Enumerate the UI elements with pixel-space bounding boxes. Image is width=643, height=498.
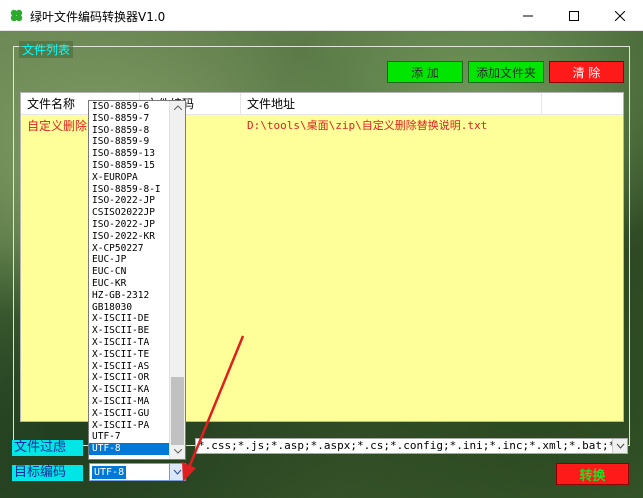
target-encoding-select[interactable]: UTF-8 <box>89 463 186 481</box>
column-header-path[interactable]: 文件地址 <box>241 93 542 115</box>
encoding-option[interactable]: X-ISCII-GU <box>89 408 170 420</box>
maximize-icon <box>569 10 579 21</box>
encoding-option[interactable]: UTF-8 <box>89 443 170 455</box>
encoding-dropdown-button[interactable] <box>169 464 185 480</box>
encoding-option[interactable]: X-EUROPA <box>89 172 170 184</box>
add-folder-button[interactable]: 添加文件夹 <box>468 61 544 83</box>
encoding-dropdown-list[interactable]: ISO-8859-6 ISO-8859-7 ISO-8859-8 ISO-8859-9… <box>88 100 186 460</box>
encoding-option[interactable]: ISO-8859-7 <box>89 113 170 125</box>
encoding-option[interactable]: HZ-GB-2312 <box>89 290 170 302</box>
close-button[interactable] <box>597 0 643 31</box>
target-encoding-label: 目标编码 <box>12 465 83 481</box>
list-cell-path[interactable]: D:\tools\桌面\zip\自定义删除替换说明.txt <box>241 117 621 135</box>
encoding-option[interactable]: X-ISCII-OR <box>89 372 170 384</box>
target-encoding-value: UTF-8 <box>92 466 127 479</box>
encoding-option[interactable]: X-ISCII-TE <box>89 349 170 361</box>
chevron-down-icon <box>173 469 182 475</box>
encoding-option[interactable]: X-CP50227 <box>89 243 170 255</box>
encoding-option[interactable]: EUC-KR <box>89 278 170 290</box>
title-bar: 绿叶文件编码转换器V1.0 <box>0 0 643 31</box>
encoding-option[interactable]: EUC-JP <box>89 254 170 266</box>
window-title: 绿叶文件编码转换器V1.0 <box>30 10 166 24</box>
encoding-option[interactable]: X-ISCII-BE <box>89 325 170 337</box>
chevron-down-icon <box>616 443 624 449</box>
close-icon <box>615 10 625 21</box>
clover-leaf-icon <box>10 9 23 22</box>
file-list-legend: 文件列表 <box>19 41 74 58</box>
encoding-option[interactable]: ISO-8859-8 <box>89 125 170 137</box>
encoding-option[interactable]: EUC-CN <box>89 266 170 278</box>
encoding-option[interactable]: ISO-8859-13 <box>89 148 170 160</box>
encoding-option[interactable]: X-ISCII-PA <box>89 420 170 432</box>
encoding-option[interactable]: ISO-8859-9 <box>89 136 170 148</box>
encoding-option[interactable]: ISO-8859-15 <box>89 160 170 172</box>
encoding-option[interactable]: CSISO2022JP <box>89 207 170 219</box>
encoding-option[interactable]: X-ISCII-DE <box>89 313 170 325</box>
encoding-option[interactable]: ISO-2022-JP <box>89 219 170 231</box>
scrollbar-thumb[interactable] <box>171 377 184 445</box>
file-filter-label: 文件过虑 <box>12 440 83 456</box>
encoding-option[interactable]: ISO-2022-JP <box>89 195 170 207</box>
minimize-icon <box>523 15 533 16</box>
filter-dropdown-button[interactable] <box>612 439 627 453</box>
encoding-option[interactable]: GB18030 <box>89 302 170 314</box>
encoding-option[interactable]: X-ISCII-MA <box>89 396 170 408</box>
encoding-option[interactable]: ISO-8859-8-I <box>89 184 170 196</box>
encoding-option[interactable]: ISO-8859-6 <box>89 101 170 113</box>
encoding-option[interactable]: ISO-2022-KR <box>89 231 170 243</box>
encoding-option[interactable]: X-ISCII-AS <box>89 361 170 373</box>
convert-button[interactable]: 转换 <box>556 463 629 485</box>
file-filter-input[interactable]: *.css;*.js;*.asp;*.aspx;*.cs;*.config;*.… <box>195 438 628 454</box>
clear-button[interactable]: 清 除 <box>549 61 624 83</box>
add-button[interactable]: 添 加 <box>387 61 463 83</box>
scroll-up-icon[interactable] <box>174 105 182 110</box>
encoding-option[interactable]: X-ISCII-KA <box>89 384 170 396</box>
dropdown-scrollbar[interactable] <box>169 101 185 459</box>
maximize-button[interactable] <box>551 0 597 31</box>
encoding-option[interactable]: X-ISCII-TA <box>89 337 170 349</box>
encoding-option[interactable]: UTF-7 <box>89 431 170 443</box>
minimize-button[interactable] <box>505 0 551 31</box>
file-filter-value: *.css;*.js;*.asp;*.aspx;*.cs;*.config;*.… <box>198 439 627 452</box>
scroll-down-icon[interactable] <box>174 449 182 454</box>
